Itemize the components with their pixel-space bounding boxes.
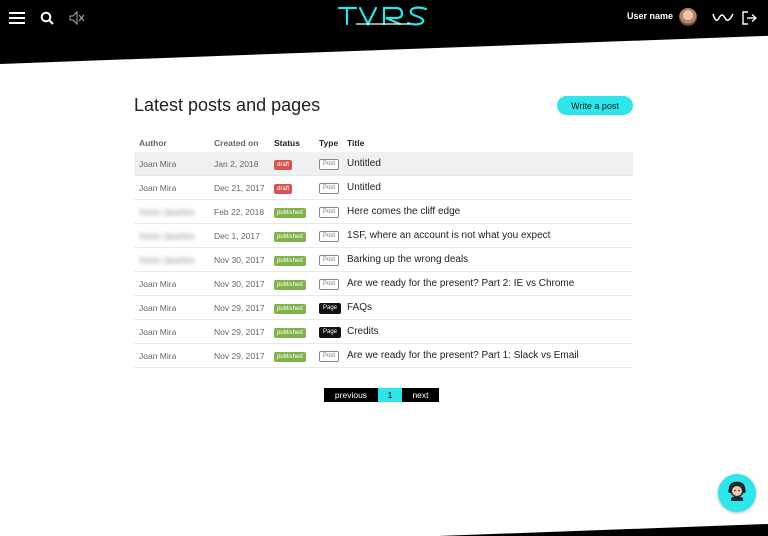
posts-table: Author Created on Status Type Title Joan… [134,134,633,368]
row-created-on: Dec 1, 2017 [214,230,260,241]
row-title-link[interactable]: Credits [347,326,633,337]
type-badge: Page [319,303,342,314]
table-row[interactable]: Gwen Sparkes Feb 22, 2018 published Post… [134,200,633,224]
table-row[interactable]: Joan Mira Jan 2, 2018 draft Post Untitle… [134,152,633,176]
row-title-link[interactable]: Are we ready for the present? Part 1: Sl… [347,350,633,361]
status-badge: published [274,303,306,314]
logout-icon[interactable] [741,10,757,26]
page-title: Latest posts and pages [134,95,321,115]
row-author: Gwen Sparkes [139,254,195,265]
row-title-link[interactable]: Barking up the wrong deals [347,254,633,265]
status-badge: draft [274,159,293,170]
status-badge: published [274,279,306,290]
type-badge: Page [319,327,342,338]
pagination: previous 1 next [324,388,439,402]
row-author: Gwen Sparkes [139,206,195,217]
row-created-on: Nov 30, 2017 [214,278,265,289]
column-title[interactable]: Title [347,138,633,148]
type-badge: Post [319,183,340,194]
row-created-on: Dec 21, 2017 [214,182,265,193]
wave-icon[interactable] [712,11,734,25]
row-author: Joan Mira [139,278,177,289]
row-title-link[interactable]: FAQs [347,302,633,313]
bottom-band [437,524,768,536]
user-name[interactable]: User name [590,11,673,21]
type-badge: Post [319,279,340,290]
type-badge: Post [319,207,340,218]
type-badge: Post [319,231,340,242]
type-badge: Post [319,351,340,362]
type-badge: Post [319,255,340,266]
row-created-on: Feb 22, 2018 [214,206,265,217]
table-header: Author Created on Status Type Title [134,134,633,152]
mute-icon[interactable] [69,10,85,26]
row-author: Joan Mira [139,182,177,193]
table-row[interactable]: Joan Mira Dec 21, 2017 draft Post Untitl… [134,176,633,200]
row-author: Joan Mira [139,326,177,337]
next-page-button[interactable]: next [402,388,439,402]
column-created-on[interactable]: Created on [214,138,274,148]
table-row[interactable]: Joan Mira Nov 30, 2017 published Post Ar… [134,272,633,296]
row-created-on: Nov 29, 2017 [214,302,265,313]
support-agent-icon [726,480,748,507]
status-badge: published [274,231,306,242]
current-page[interactable]: 1 [378,388,402,402]
row-created-on: Nov 29, 2017 [214,350,265,361]
column-type[interactable]: Type [319,138,347,148]
row-author: Joan Mira [139,158,177,169]
write-post-button[interactable]: Write a post [557,96,633,115]
support-button[interactable] [718,474,756,512]
column-author[interactable]: Author [134,138,214,148]
previous-page-button[interactable]: previous [324,388,378,402]
table-row[interactable]: Joan Mira Nov 29, 2017 published Page FA… [134,296,633,320]
table-row[interactable]: Gwen Sparkes Dec 1, 2017 published Post … [134,224,633,248]
status-badge: draft [274,183,293,194]
row-title-link[interactable]: Here comes the cliff edge [347,206,633,217]
row-author: Joan Mira [139,302,177,313]
status-badge: published [274,207,306,218]
search-icon[interactable] [39,10,55,26]
status-badge: published [274,327,306,338]
type-badge: Post [319,159,340,170]
column-status[interactable]: Status [274,138,319,148]
row-title-link[interactable]: Untitled [347,158,633,169]
avatar[interactable] [679,8,697,26]
row-created-on: Nov 30, 2017 [214,254,265,265]
row-author: Gwen Sparkes [139,230,195,241]
row-created-on: Nov 29, 2017 [214,326,265,337]
row-title-link[interactable]: Are we ready for the present? Part 2: IE… [347,278,633,289]
table-row[interactable]: Joan Mira Nov 29, 2017 published Page Cr… [134,320,633,344]
table-row[interactable]: Gwen Sparkes Nov 30, 2017 published Post… [134,248,633,272]
row-title-link[interactable]: 1SF, where an account is not what you ex… [347,230,633,241]
row-created-on: Jan 2, 2018 [214,158,259,169]
logo[interactable] [336,4,432,30]
status-badge: published [274,255,306,266]
table-row[interactable]: Joan Mira Nov 29, 2017 published Post Ar… [134,344,633,368]
row-title-link[interactable]: Untitled [347,182,633,193]
status-badge: published [274,351,306,362]
menu-icon[interactable] [8,10,26,26]
row-author: Joan Mira [139,350,177,361]
